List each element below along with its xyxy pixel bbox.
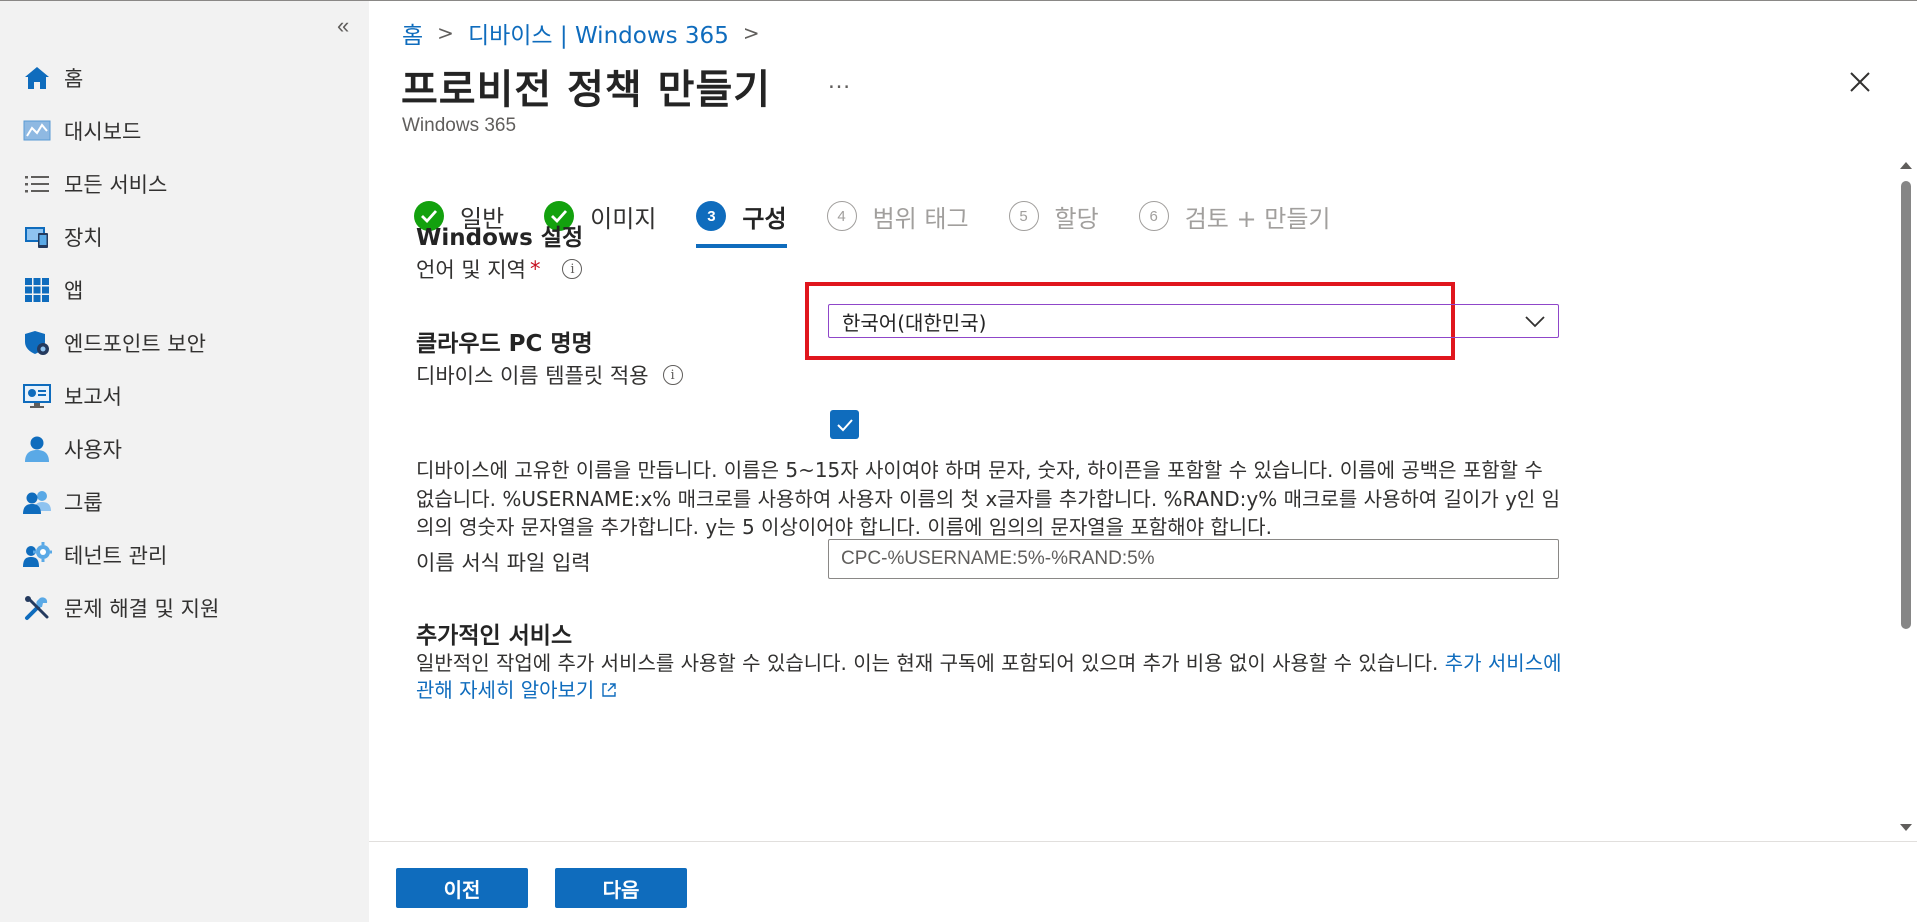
footer: 이전 다음 — [369, 841, 1917, 922]
active-step-indicator — [696, 244, 787, 248]
checkmark-icon — [836, 418, 853, 431]
sidebar-item-label: 사용자 — [64, 437, 122, 462]
external-link-icon — [601, 683, 616, 697]
chevron-down-icon — [1524, 311, 1546, 336]
sidebar-item-label: 테넌트 관리 — [64, 543, 168, 568]
apps-icon — [22, 275, 52, 305]
sidebar-item-label: 대시보드 — [64, 119, 142, 144]
language-region-value: 한국어(대한민국) — [842, 310, 987, 335]
apply-template-label: 디바이스 이름 템플릿 적용 i — [416, 360, 683, 390]
arrow-up-icon — [1900, 162, 1912, 169]
step-number: 4 — [826, 201, 857, 231]
sidebar-item-tenant-admin[interactable]: 테넌트 관리 — [0, 528, 369, 581]
close-button[interactable] — [1849, 71, 1871, 98]
required-mark: * — [529, 257, 541, 281]
sidebar-item-groups[interactable]: 그룹 — [0, 475, 369, 528]
breadcrumb-home-link[interactable]: 홈 — [402, 16, 423, 50]
sidebar-item-endpoint-security[interactable]: 엔드포인트 보안 — [0, 316, 369, 369]
step-label: 할당 — [1054, 204, 1099, 233]
sidebar-item-reports[interactable]: 보고서 — [0, 369, 369, 422]
step-label: 이미지 — [590, 204, 657, 233]
home-icon — [22, 63, 52, 93]
language-region-label-text: 언어 및 지역 — [416, 258, 526, 282]
step-number: 5 — [1008, 201, 1039, 231]
breadcrumb-separator: > — [437, 21, 454, 45]
sidebar-item-dashboard[interactable]: 대시보드 — [0, 104, 369, 157]
breadcrumb: 홈 > 디바이스 | Windows 365 > — [402, 16, 760, 50]
step-label: 범위 태그 — [872, 204, 969, 233]
sidebar-item-label: 홈 — [64, 66, 84, 91]
apply-template-label-text: 디바이스 이름 템플릿 적용 — [416, 364, 649, 388]
form-content: 일반 이미지 3 구성 4 범위 태그 5 할당 6 검토 + 만들기 Wind… — [369, 156, 1896, 841]
sidebar-item-label: 앱 — [64, 278, 84, 303]
naming-description: 디바이스에 고유한 이름을 만듭니다. 이름은 5~15자 사이여야 하며 문자… — [416, 458, 1561, 539]
sidebar-item-label: 엔드포인트 보안 — [64, 331, 206, 356]
list-icon — [22, 169, 52, 199]
apply-template-checkbox[interactable] — [830, 410, 859, 439]
scroll-up-arrow[interactable] — [1898, 158, 1914, 176]
troubleshooting-icon — [22, 593, 52, 623]
sidebar-item-apps[interactable]: 앱 — [0, 263, 369, 316]
user-icon — [22, 434, 52, 464]
scrollbar-thumb[interactable] — [1901, 181, 1911, 629]
step-configuration[interactable]: 3 구성 — [696, 194, 787, 248]
step-label: 구성 — [742, 204, 787, 233]
endpoint-security-icon — [22, 328, 52, 358]
sidebar-item-label: 보고서 — [64, 384, 122, 409]
sidebar-item-devices[interactable]: 장치 — [0, 210, 369, 263]
sidebar-item-all-services[interactable]: 모든 서비스 — [0, 157, 369, 210]
step-number: 6 — [1138, 201, 1169, 231]
sidebar-item-users[interactable]: 사용자 — [0, 422, 369, 475]
breadcrumb-devices-link[interactable]: 디바이스 | Windows 365 — [468, 16, 729, 50]
arrow-down-icon — [1900, 824, 1912, 831]
sidebar-item-label: 장치 — [64, 225, 103, 250]
language-region-label: 언어 및 지역 * i — [416, 254, 583, 284]
sidebar-item-home[interactable]: 홈 — [0, 51, 369, 104]
language-region-dropdown[interactable]: 한국어(대한민국) — [828, 304, 1559, 338]
windows-settings-title: Windows 설정 — [416, 225, 584, 251]
sidebar-item-label: 문제 해결 및 지원 — [64, 596, 220, 621]
more-options-button[interactable]: … — [827, 67, 851, 95]
page-subtitle: Windows 365 — [402, 115, 517, 136]
collapse-sidebar-button[interactable]: « — [337, 13, 349, 39]
step-number: 3 — [696, 201, 727, 231]
groups-icon — [22, 487, 52, 517]
breadcrumb-separator: > — [742, 21, 760, 45]
sidebar-item-troubleshooting[interactable]: 문제 해결 및 지원 — [0, 581, 369, 634]
page-title: 프로비전 정책 만들기 — [401, 67, 772, 113]
tenant-admin-icon — [22, 540, 52, 570]
cloud-pc-naming-title: 클라우드 PC 명명 — [416, 331, 593, 357]
additional-services-title: 추가적인 서비스 — [416, 623, 573, 649]
sidebar-nav: 홈 대시보드 모든 서비스 장치 앱 엔드포인트 보안 보고서 사용자 그룹 테… — [0, 51, 369, 634]
devices-icon — [22, 222, 52, 252]
close-icon — [1850, 72, 1870, 92]
info-icon[interactable]: i — [562, 259, 583, 279]
sidebar: « 홈 대시보드 모든 서비스 장치 앱 엔드포인트 보안 보고서 사용자 그룹… — [0, 1, 369, 922]
name-format-input[interactable] — [828, 539, 1559, 579]
main-panel: 홈 > 디바이스 | Windows 365 > 프로비전 정책 만들기 … W… — [369, 1, 1917, 922]
sidebar-item-label: 그룹 — [64, 490, 103, 515]
step-review-create[interactable]: 6 검토 + 만들기 — [1138, 194, 1331, 238]
sidebar-item-label: 모든 서비스 — [64, 172, 168, 197]
additional-services-description: 일반적인 작업에 추가 서비스를 사용할 수 있습니다. 이는 현재 구독에 포… — [416, 650, 1566, 704]
next-button[interactable]: 다음 — [555, 868, 687, 908]
previous-button[interactable]: 이전 — [396, 868, 528, 908]
step-assignments[interactable]: 5 할당 — [1008, 194, 1099, 238]
dashboard-icon — [22, 116, 52, 146]
scroll-down-arrow[interactable] — [1898, 821, 1914, 839]
info-icon[interactable]: i — [662, 365, 683, 385]
name-format-label: 이름 서식 파일 입력 — [416, 551, 591, 575]
additional-services-text: 일반적인 작업에 추가 서비스를 사용할 수 있습니다. 이는 현재 구독에 포… — [416, 651, 1439, 675]
step-scope-tags[interactable]: 4 범위 태그 — [826, 194, 969, 238]
reports-icon — [22, 381, 52, 411]
step-label: 검토 + 만들기 — [1184, 204, 1331, 233]
